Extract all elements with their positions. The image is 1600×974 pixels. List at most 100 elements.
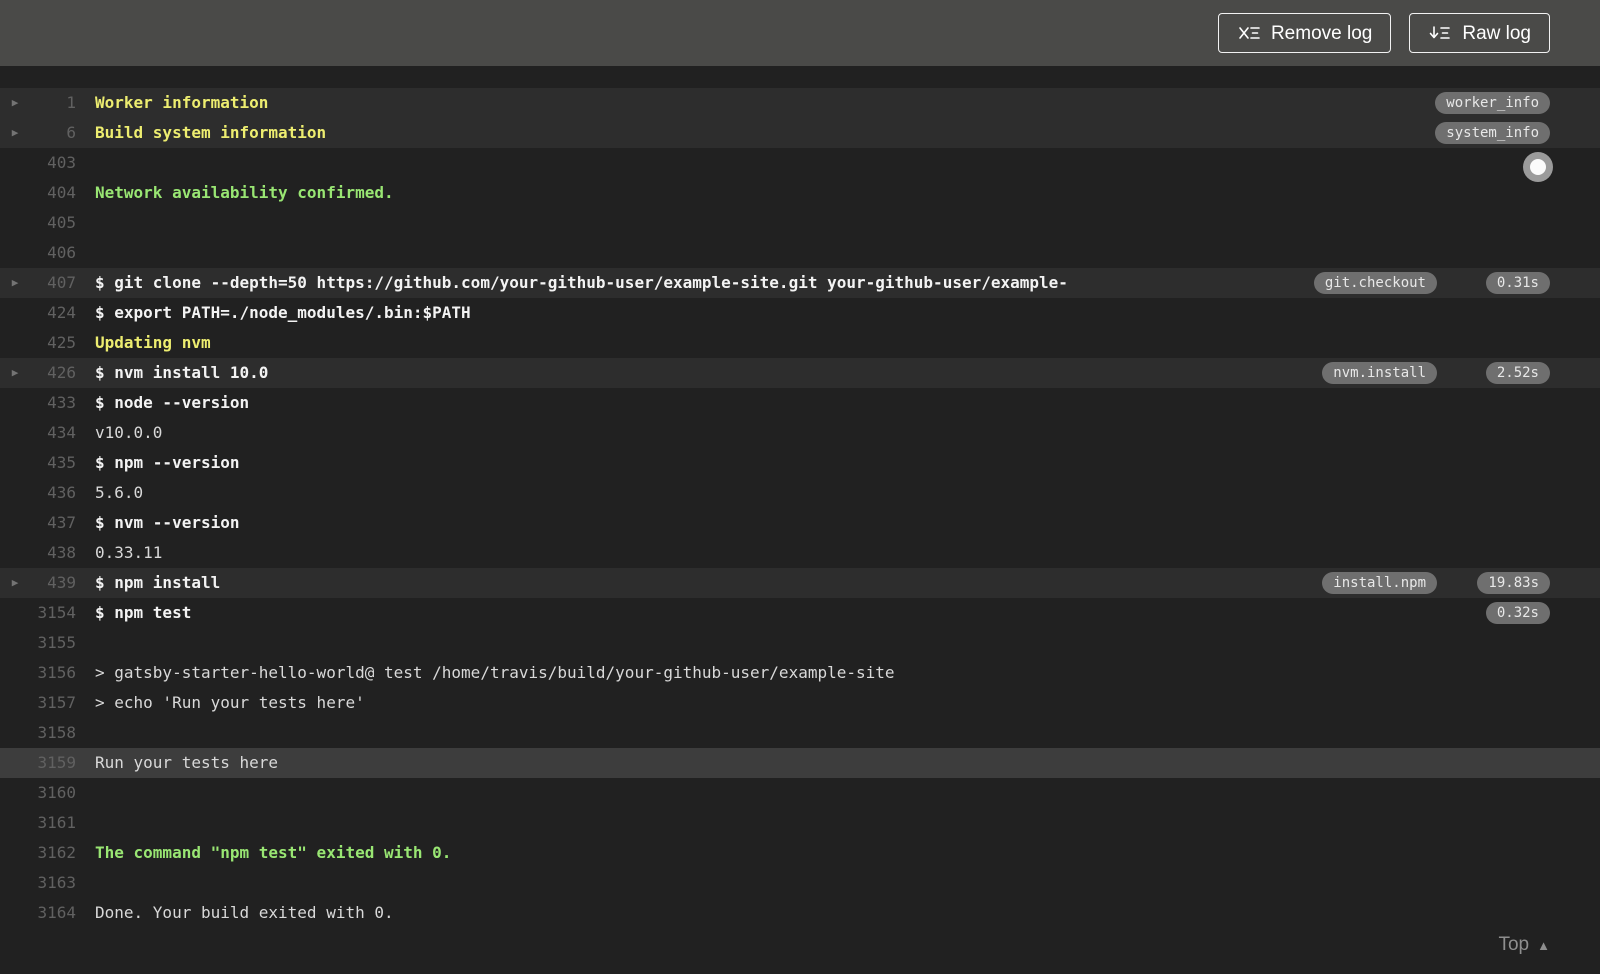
log-text: $ nvm --version	[95, 513, 240, 532]
log-text: Updating nvm	[95, 333, 211, 352]
log-text: Done. Your build exited with 0.	[95, 903, 394, 922]
duration-badge: 0.31s	[1485, 272, 1550, 294]
line-number[interactable]: 3163	[30, 868, 76, 898]
line-number[interactable]: 3160	[30, 778, 76, 808]
log-line: ▶ 1 Worker information worker_info	[0, 88, 1600, 118]
log-line: ▶ 405	[0, 208, 1600, 238]
log-text: Network availability confirmed.	[95, 183, 394, 202]
log-line: ▶ 425 Updating nvm	[0, 328, 1600, 358]
line-number[interactable]: 3158	[30, 718, 76, 748]
log-text: > gatsby-starter-hello-world@ test /home…	[95, 663, 895, 682]
duration-badge: 19.83s	[1477, 572, 1550, 594]
fold-toggle-icon[interactable]: ▶	[0, 118, 30, 148]
line-number[interactable]: 433	[30, 388, 76, 418]
log-line: ▶ 424 $ export PATH=./node_modules/.bin:…	[0, 298, 1600, 328]
line-number[interactable]: 1	[30, 88, 76, 118]
log-text: $ export PATH=./node_modules/.bin:$PATH	[95, 303, 471, 322]
line-number[interactable]: 434	[30, 418, 76, 448]
build-log: ▶ 1 Worker information worker_info ▶ 6 B…	[0, 66, 1600, 962]
log-line: ▶ 3156 > gatsby-starter-hello-world@ tes…	[0, 658, 1600, 688]
download-raw-icon	[1428, 23, 1452, 43]
log-text: Run your tests here	[95, 753, 279, 772]
log-line: ▶ 437 $ nvm --version	[0, 508, 1600, 538]
log-text: $ node --version	[95, 393, 250, 412]
fold-name-badge: git.checkout	[1313, 272, 1437, 294]
log-line: ▶ 3161	[0, 808, 1600, 838]
log-line: ▶ 438 0.33.11	[0, 538, 1600, 568]
log-line: ▶ 3163	[0, 868, 1600, 898]
line-number[interactable]: 407	[30, 268, 76, 298]
fold-toggle-icon[interactable]: ▶	[0, 568, 30, 598]
log-text: $ npm test	[95, 603, 192, 622]
remove-log-icon	[1237, 23, 1261, 43]
fold-toggle-icon[interactable]: ▶	[0, 268, 30, 298]
fold-toggle-icon[interactable]: ▶	[0, 88, 30, 118]
line-number[interactable]: 3161	[30, 808, 76, 838]
line-number[interactable]: 404	[30, 178, 76, 208]
line-number[interactable]: 425	[30, 328, 76, 358]
log-text: $ npm install	[95, 573, 221, 592]
line-number[interactable]: 3162	[30, 838, 76, 868]
top-link-label: Top	[1498, 934, 1530, 955]
line-number[interactable]: 424	[30, 298, 76, 328]
line-number[interactable]: 405	[30, 208, 76, 238]
raw-log-label: Raw log	[1462, 22, 1531, 44]
line-number[interactable]: 403	[30, 148, 76, 178]
log-line: ▶ 3157 > echo 'Run your tests here'	[0, 688, 1600, 718]
line-number[interactable]: 3155	[30, 628, 76, 658]
line-badges: git.checkout 0.31s	[1313, 272, 1550, 294]
line-number[interactable]: 435	[30, 448, 76, 478]
line-number[interactable]: 439	[30, 568, 76, 598]
line-number[interactable]: 437	[30, 508, 76, 538]
remove-log-button[interactable]: Remove log	[1217, 13, 1392, 53]
fold-toggle-icon[interactable]: ▶	[0, 358, 30, 388]
line-number[interactable]: 426	[30, 358, 76, 388]
raw-log-button[interactable]: Raw log	[1409, 13, 1550, 53]
fold-name-badge: install.npm	[1322, 572, 1437, 594]
log-line: ▶ 3160	[0, 778, 1600, 808]
log-line: ▶ 3159 Run your tests here	[0, 748, 1600, 778]
duration-badge: 0.32s	[1485, 602, 1550, 624]
chevron-up-icon: ▲	[1537, 937, 1550, 953]
line-number[interactable]: 3159	[30, 748, 76, 778]
log-line: ▶ 3154 $ npm test 0.32s	[0, 598, 1600, 628]
fold-name-badge: nvm.install	[1322, 362, 1437, 384]
log-text: $ nvm install 10.0	[95, 363, 269, 382]
log-line: ▶ 436 5.6.0	[0, 478, 1600, 508]
log-line: ▶ 439 $ npm install install.npm 19.83s	[0, 568, 1600, 598]
log-line: ▶ 3162 The command "npm test" exited wit…	[0, 838, 1600, 868]
line-number[interactable]: 3154	[30, 598, 76, 628]
line-number[interactable]: 3156	[30, 658, 76, 688]
line-badges: 0.32s	[1437, 602, 1550, 624]
line-badges: worker_info	[1435, 92, 1550, 114]
log-text: $ git clone --depth=50 https://github.co…	[95, 273, 1068, 292]
log-line: ▶ 3164 Done. Your build exited with 0.	[0, 898, 1600, 928]
duration-badge: 2.52s	[1485, 362, 1550, 384]
log-text: v10.0.0	[95, 423, 163, 442]
line-badges: system_info	[1435, 122, 1550, 144]
log-line: ▶ 433 $ node --version	[0, 388, 1600, 418]
fold-name-badge: system_info	[1435, 122, 1550, 144]
scrollbar-thumb[interactable]	[1523, 152, 1553, 182]
log-text: $ npm --version	[95, 453, 240, 472]
log-text: Worker information	[95, 93, 269, 112]
line-number[interactable]: 3164	[30, 898, 76, 928]
line-number[interactable]: 406	[30, 238, 76, 268]
line-badges: install.npm 19.83s	[1322, 572, 1550, 594]
line-number[interactable]: 436	[30, 478, 76, 508]
log-line: ▶ 434 v10.0.0	[0, 418, 1600, 448]
log-text: 0.33.11	[95, 543, 163, 562]
remove-log-label: Remove log	[1270, 22, 1373, 44]
log-line: ▶ 3155	[0, 628, 1600, 658]
line-number[interactable]: 6	[30, 118, 76, 148]
log-line: ▶ 404 Network availability confirmed.	[0, 178, 1600, 208]
scroll-to-top-link[interactable]: Top ▲	[0, 928, 1600, 962]
log-text: Build system information	[95, 123, 327, 142]
log-text: > echo 'Run your tests here'	[95, 693, 365, 712]
line-badges: nvm.install 2.52s	[1322, 362, 1550, 384]
line-number[interactable]: 3157	[30, 688, 76, 718]
log-text: 5.6.0	[95, 483, 144, 502]
fold-name-badge: worker_info	[1435, 92, 1550, 114]
line-number[interactable]: 438	[30, 538, 76, 568]
log-lines: ▶ 1 Worker information worker_info ▶ 6 B…	[0, 88, 1600, 928]
